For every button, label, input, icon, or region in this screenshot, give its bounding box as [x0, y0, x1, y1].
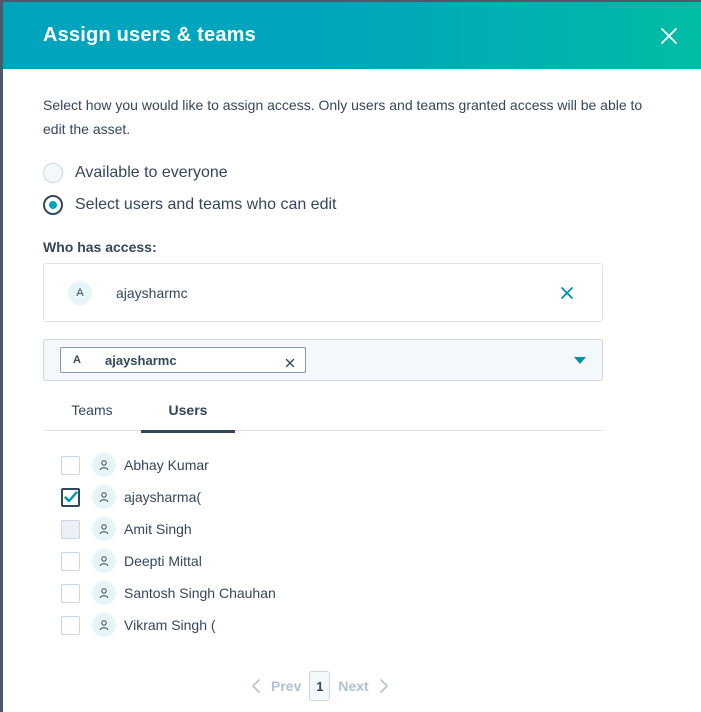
list-item[interactable]: Amit Singh — [61, 513, 661, 545]
user-name: Vikram Singh ( — [124, 617, 216, 633]
access-user-name: ajaysharmc — [116, 284, 188, 301]
radio-button[interactable] — [43, 163, 63, 183]
next-label: Next — [338, 678, 369, 694]
access-list: A ajaysharmc — [43, 263, 603, 322]
checkbox[interactable] — [61, 519, 80, 539]
radio-label: Select users and teams who can edit — [75, 196, 337, 213]
prev-page-button[interactable]: Prev — [251, 678, 301, 694]
tag-avatar: A — [73, 354, 81, 366]
radio-select-users-and-teams[interactable]: Select users and teams who can edit — [43, 189, 661, 221]
assign-users-modal: Assign users & teams Select how you woul… — [3, 2, 701, 712]
checkmark-icon — [63, 491, 78, 503]
checkbox-checked[interactable] — [61, 487, 80, 507]
prev-label: Prev — [271, 678, 302, 694]
checkbox[interactable] — [61, 455, 80, 475]
user-team-selector[interactable]: A ajaysharmc — [43, 339, 603, 381]
modal-description: Select how you would like to assign acce… — [43, 97, 643, 137]
close-icon — [561, 287, 573, 299]
radio-available-to-everyone[interactable]: Available to everyone — [43, 157, 661, 189]
list-item[interactable]: ajaysharma( — [61, 481, 661, 513]
user-name: ajaysharma( — [124, 489, 202, 505]
checkbox[interactable] — [61, 615, 80, 635]
chevron-left-icon — [252, 679, 260, 693]
access-radio-group: Available to everyone Select users and t… — [43, 157, 661, 221]
close-button[interactable] — [657, 24, 681, 48]
user-icon — [92, 453, 116, 477]
close-icon — [285, 358, 295, 368]
next-page-button[interactable]: Next — [338, 678, 388, 694]
dropdown-caret-icon[interactable] — [574, 357, 586, 364]
tab-teams[interactable]: Teams — [43, 389, 141, 431]
radio-button-selected[interactable] — [43, 195, 63, 215]
user-list: Abhay Kumar ajaysharma( Amit Singh Deept… — [43, 449, 661, 641]
modal-body: Select how you would like to assign acce… — [3, 69, 701, 641]
checkbox[interactable] — [61, 583, 80, 603]
tag-label: ajaysharmc — [105, 352, 177, 368]
list-item[interactable]: Deepti Mittal — [61, 545, 661, 577]
user-name: Santosh Singh Chauhan — [124, 585, 276, 601]
page-number-current[interactable]: 1 — [309, 671, 331, 701]
user-name: Deepti Mittal — [124, 553, 202, 569]
avatar: A — [68, 280, 92, 305]
remove-tag-button[interactable] — [285, 355, 295, 368]
modal-header: Assign users & teams — [3, 2, 701, 69]
list-item[interactable]: Abhay Kumar — [61, 449, 661, 481]
list-item[interactable]: Santosh Singh Chauhan — [61, 577, 661, 609]
tab-users[interactable]: Users — [141, 389, 235, 433]
radio-label: Available to everyone — [75, 164, 228, 181]
close-icon — [661, 27, 677, 44]
user-icon — [92, 517, 116, 541]
checkbox[interactable] — [61, 551, 80, 571]
tab-bar: Teams Users — [43, 389, 603, 433]
user-name: Amit Singh — [124, 521, 192, 537]
user-icon — [92, 549, 116, 573]
chevron-right-icon — [379, 679, 388, 693]
user-icon — [92, 581, 116, 605]
remove-access-button[interactable] — [560, 286, 574, 300]
user-icon — [92, 485, 116, 509]
user-icon — [92, 613, 116, 637]
pagination: Prev 1 Next — [251, 671, 389, 701]
who-has-access-label: Who has access: — [43, 239, 157, 255]
modal-title: Assign users & teams — [43, 24, 256, 46]
user-name: Abhay Kumar — [124, 457, 209, 473]
list-item[interactable]: Vikram Singh ( — [61, 609, 661, 641]
selected-tag: A ajaysharmc — [60, 347, 306, 373]
